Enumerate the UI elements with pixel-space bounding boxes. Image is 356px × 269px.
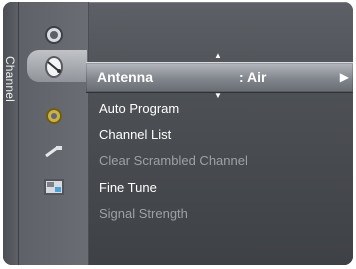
menu-item-channel-list[interactable]: Channel List xyxy=(99,127,171,142)
menu-item-antenna[interactable]: Antenna : Air ▶ xyxy=(86,62,353,93)
top-divider xyxy=(89,2,353,3)
category-tab-label: Channel xyxy=(3,55,18,103)
menu-item-clear-scrambled-channel: Clear Scrambled Channel xyxy=(99,153,248,168)
channel-dish-icon[interactable] xyxy=(42,55,66,79)
channel-menu-panel: ▲ Antenna : Air ▶ ▼ Auto Program Channel… xyxy=(86,2,353,265)
menu-item-auto-program[interactable]: Auto Program xyxy=(99,101,179,116)
scroll-up-indicator: ▲ xyxy=(214,51,222,60)
setup-gear-icon[interactable] xyxy=(42,104,66,128)
menu-item-value: : Air xyxy=(239,69,267,85)
category-tab: Channel xyxy=(3,2,19,265)
input-plug-icon[interactable] xyxy=(42,140,66,164)
category-icon-column xyxy=(19,2,89,265)
tv-osd-window: Channel ▲ Antenna: Air ▶ ▼ Auto Program… xyxy=(3,2,353,265)
picture-icon[interactable] xyxy=(42,23,66,47)
menu-item-fine-tune[interactable]: Fine Tune xyxy=(99,180,157,195)
application-icon[interactable] xyxy=(42,175,66,199)
menu-item-signal-strength: Signal Strength xyxy=(99,206,188,221)
menu-item-label: Antenna xyxy=(97,69,153,85)
submenu-arrow-icon: ▶ xyxy=(339,70,349,84)
scroll-down-indicator: ▼ xyxy=(214,91,222,100)
